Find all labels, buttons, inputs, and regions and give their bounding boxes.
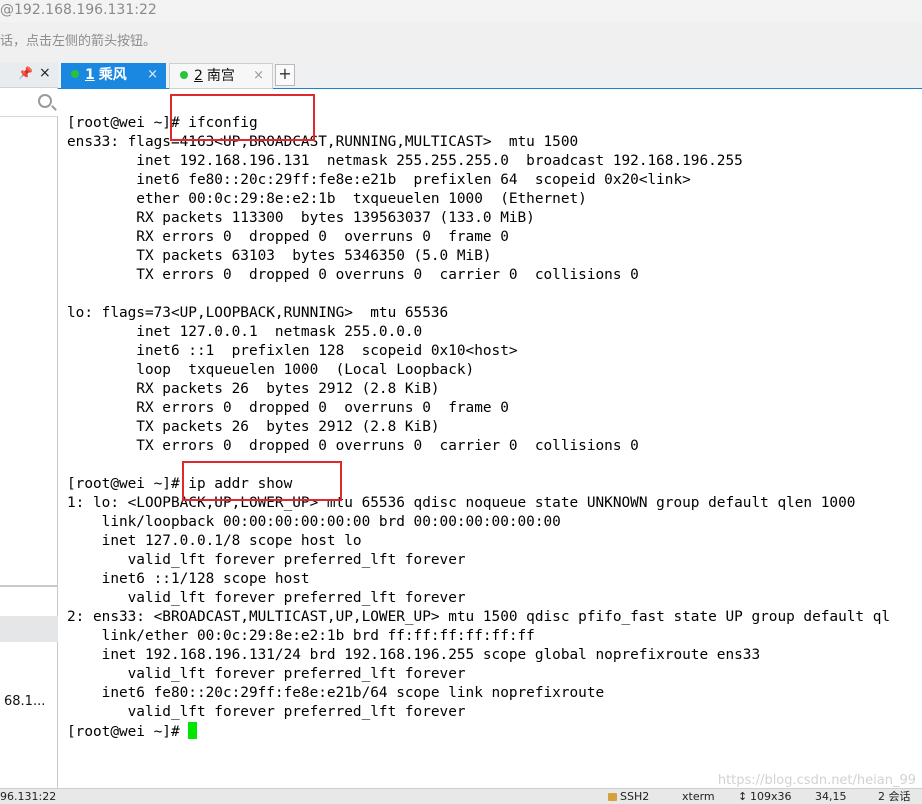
status-terminal-type: xterm: [682, 790, 715, 803]
search-icon[interactable]: [38, 94, 52, 108]
window-title-text: @192.168.196.131:22: [0, 2, 157, 18]
terminal-line: 2: ens33: <BROADCAST,MULTICAST,UP,LOWER_…: [67, 609, 891, 625]
tab-session-1[interactable]: 1 乘风 ×: [61, 63, 166, 89]
terminal-line: RX packets 113300 bytes 139563037 (133.0…: [67, 210, 535, 226]
terminal-line: inet 127.0.0.1/8 scope host lo: [67, 533, 362, 549]
session-sidebar: 📌 × 68.1...: [0, 62, 58, 788]
terminal-prompt: [root@wei ~]#: [67, 724, 189, 740]
terminal-line: lo: flags=73<UP,LOOPBACK,RUNNING> mtu 65…: [67, 305, 449, 321]
sidebar-search[interactable]: [0, 89, 58, 117]
terminal-line: valid_lft forever preferred_lft forever: [67, 666, 466, 682]
connected-status-icon: [71, 70, 79, 78]
close-icon[interactable]: ×: [39, 65, 51, 81]
terminal-line: RX errors 0 dropped 0 overruns 0 frame 0: [67, 229, 509, 245]
watermark: https://blog.csdn.net/heian_99: [717, 773, 916, 788]
terminal-view[interactable]: [root@wei ~]# ifconfig ens33: flags=4163<…: [60, 89, 922, 788]
terminal-cursor: [188, 722, 198, 739]
terminal-line: TX errors 0 dropped 0 overruns 0 carrier…: [67, 438, 639, 454]
pin-icon[interactable]: 📌: [18, 66, 33, 80]
terminal-line: inet 192.168.196.131/24 brd 192.168.196.…: [67, 647, 761, 663]
terminal-line: valid_lft forever preferred_lft forever: [67, 552, 466, 568]
hint-bar: 话，点击左侧的箭头按钮。: [0, 22, 922, 62]
terminal-line: inet6 ::1/128 scope host: [67, 571, 310, 587]
tab-bar: 1 乘风 × 2 南宫 × +: [58, 62, 922, 89]
window-title: @192.168.196.131:22: [0, 0, 922, 22]
terminal-line: inet6 fe80::20c:29ff:fe8e:e21b/64 scope …: [67, 685, 605, 701]
new-tab-button[interactable]: +: [275, 64, 295, 86]
tab-number: 2: [194, 68, 203, 84]
hint-text: 话，点击左侧的箭头按钮。: [0, 34, 157, 49]
terminal-line: inet 127.0.0.1 netmask 255.0.0.0: [67, 324, 423, 340]
terminal-line: link/ether 00:0c:29:8e:e2:1b brd ff:ff:f…: [67, 628, 535, 644]
tab-close-icon[interactable]: ×: [253, 64, 264, 88]
terminal-line: inet 192.168.196.131 netmask 255.255.255…: [67, 153, 743, 169]
terminal-line: TX packets 63103 bytes 5346350 (5.0 MiB): [67, 248, 492, 264]
status-address: 96.131:22: [0, 790, 57, 803]
status-position: 34,15: [815, 790, 847, 803]
size-icon: ↕: [738, 790, 748, 803]
terminal-line: valid_lft forever preferred_lft forever: [67, 590, 466, 606]
sidebar-session-item[interactable]: 68.1...: [4, 694, 45, 709]
terminal-prompt-line: [root@wei ~]#: [67, 722, 890, 742]
tab-session-2[interactable]: 2 南宫 ×: [169, 63, 273, 89]
terminal-line: inet6 fe80::20c:29ff:fe8e:e21b prefixlen…: [67, 172, 691, 188]
sidebar-divider: [0, 585, 58, 587]
status-sessions: 2 会话: [878, 790, 911, 803]
connected-status-icon: [180, 71, 188, 79]
lock-icon: [608, 793, 617, 801]
tab-close-icon[interactable]: ×: [147, 63, 158, 87]
status-bar: 96.131:22 SSH2 xterm ↕ 109x36 34,15 2 会话: [0, 788, 922, 804]
terminal-line: loop txqueuelen 1000 (Local Loopback): [67, 362, 475, 378]
highlight-ip-addr-show: [182, 461, 342, 501]
sidebar-header: 📌 ×: [0, 62, 58, 88]
sidebar-section-header: [0, 616, 58, 642]
terminal-output: [root@wei ~]# ifconfig ens33: flags=4163<…: [67, 114, 890, 742]
terminal-line: TX packets 26 bytes 2912 (2.8 KiB): [67, 419, 440, 435]
terminal-line: inet6 ::1 prefixlen 128 scopeid 0x10<hos…: [67, 343, 518, 359]
terminal-line: TX errors 0 dropped 0 overruns 0 carrier…: [67, 267, 639, 283]
highlight-ifconfig: [170, 94, 315, 141]
status-protocol: SSH2: [620, 790, 650, 803]
terminal-line: RX errors 0 dropped 0 overruns 0 frame 0: [67, 400, 509, 416]
tab-label: 乘风: [98, 67, 127, 83]
terminal-line: valid_lft forever preferred_lft forever: [67, 704, 466, 720]
terminal-line: RX packets 26 bytes 2912 (2.8 KiB): [67, 381, 440, 397]
tab-number: 1: [85, 67, 95, 83]
status-size: 109x36: [750, 790, 792, 803]
terminal-line: ether 00:0c:29:8e:e2:1b txqueuelen 1000 …: [67, 191, 587, 207]
terminal-line: link/loopback 00:00:00:00:00:00 brd 00:0…: [67, 514, 561, 530]
tab-label: 南宫: [206, 68, 235, 84]
